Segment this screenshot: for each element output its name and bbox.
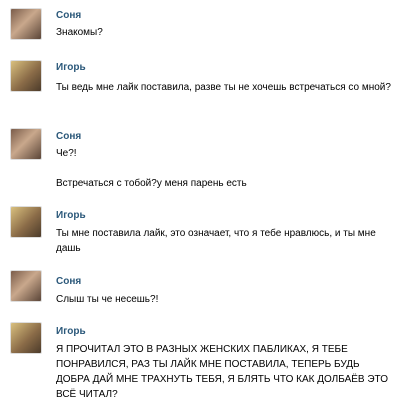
avatar-igor[interactable]	[10, 206, 42, 238]
author-name[interactable]: Соня	[56, 131, 81, 142]
message-text: Че?!	[56, 148, 77, 159]
avatar-sonya[interactable]	[10, 270, 42, 302]
avatar-sonya[interactable]	[10, 8, 42, 40]
author-name[interactable]: Игорь	[56, 62, 86, 73]
author-name[interactable]: Игорь	[56, 326, 86, 337]
message-text: Я ПРОЧИТАЛ ЭТО В РАЗНЫХ ЖЕНСКИХ ПАБЛИКАХ…	[56, 344, 388, 400]
author-name[interactable]: Соня	[56, 10, 81, 21]
author-name[interactable]: Соня	[56, 276, 81, 287]
message-text: Знакомы?	[56, 27, 103, 38]
author-name[interactable]: Игорь	[56, 210, 86, 221]
message-text: Встречаться с тобой?у меня парень есть	[56, 178, 247, 189]
avatar-igor[interactable]	[10, 60, 42, 92]
message-text: Ты ведь мне лайк поставила, разве ты не …	[56, 82, 391, 93]
message-text: Слыш ты че несешь?!	[56, 294, 159, 305]
avatar-igor[interactable]	[10, 322, 42, 354]
avatar-sonya[interactable]	[10, 128, 42, 160]
message-text: Ты мне поставила лайк, это означает, что…	[56, 228, 376, 254]
